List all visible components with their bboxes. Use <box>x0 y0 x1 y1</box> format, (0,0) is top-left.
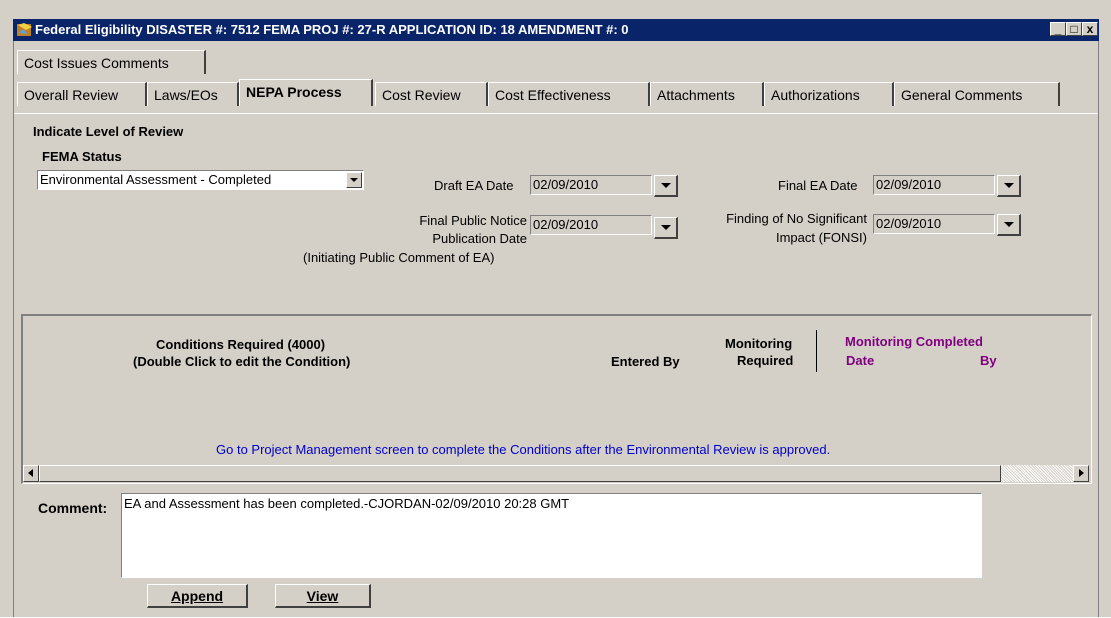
fonsi-label-line1: Finding of No Significant <box>726 211 867 226</box>
view-label: View <box>306 588 339 604</box>
comment-value: EA and Assessment has been completed.-CJ… <box>124 496 570 511</box>
title-bar[interactable]: Federal Eligibility DISASTER #: 7512 FEM… <box>13 19 1099 41</box>
fonsi-calendar-button[interactable] <box>997 214 1021 236</box>
tab-laws-eos[interactable]: Laws/EOs <box>147 82 239 106</box>
chevron-down-icon[interactable] <box>346 172 362 188</box>
tab-label: Attachments <box>657 87 735 103</box>
tab-attachments[interactable]: Attachments <box>650 82 764 106</box>
comment-label: Comment: <box>38 500 108 516</box>
tab-overall-review[interactable]: Overall Review <box>17 82 147 106</box>
public-notice-calendar-button[interactable] <box>654 217 678 239</box>
window-title: Federal Eligibility DISASTER #: 7512 FEM… <box>35 22 629 37</box>
fonsi-label-line2: Impact (FONSI) <box>775 230 867 245</box>
tab-label: General Comments <box>901 87 1023 103</box>
tab-label: Authorizations <box>771 87 860 103</box>
tab-cost-issues-comments[interactable]: Cost Issues Comments <box>17 50 206 74</box>
tab-cost-review[interactable]: Cost Review <box>375 82 488 106</box>
entered-by-header: Entered By <box>611 354 680 369</box>
draft-ea-label: Draft EA Date <box>434 178 514 193</box>
monitoring-header-line2: Required <box>737 353 794 368</box>
tab-label: NEPA Process <box>246 84 342 100</box>
tab-label: Laws/EOs <box>154 87 218 103</box>
public-notice-date-field[interactable]: 02/09/2010 <box>530 215 652 235</box>
by-header: By <box>980 353 997 368</box>
close-icon: x <box>1086 22 1094 36</box>
tab-label: Cost Review <box>382 87 461 103</box>
draft-ea-date-field[interactable]: 02/09/2010 <box>530 175 652 195</box>
horizontal-scrollbar[interactable] <box>23 465 1091 483</box>
final-ea-date-field[interactable]: 02/09/2010 <box>873 175 995 195</box>
conditions-subtitle: (Double Click to edit the Condition) <box>133 354 351 369</box>
fonsi-date-field[interactable]: 02/09/2010 <box>873 214 995 234</box>
arrow-left-icon <box>28 469 33 477</box>
minimize-icon: _ <box>1054 22 1062 36</box>
fema-status-label: FEMA Status <box>42 149 122 164</box>
view-button[interactable]: View <box>275 584 371 608</box>
conditions-panel[interactable]: Conditions Required (4000) (Double Click… <box>21 314 1092 484</box>
public-notice-label-line2: Publication Date <box>432 231 527 246</box>
draft-ea-calendar-button[interactable] <box>654 175 678 197</box>
tab-label: Cost Effectiveness <box>495 87 611 103</box>
tab-label: Cost Issues Comments <box>24 55 169 71</box>
scroll-thumb[interactable] <box>39 465 1001 482</box>
close-button[interactable]: x <box>1082 22 1098 36</box>
conditions-note: Go to Project Management screen to compl… <box>216 442 831 457</box>
column-divider <box>816 330 817 372</box>
final-ea-calendar-button[interactable] <box>997 175 1021 197</box>
monitoring-completed-header: Monitoring Completed <box>845 334 983 349</box>
arrow-right-icon <box>1079 469 1084 477</box>
public-notice-label-line3: (Initiating Public Comment of EA) <box>303 250 495 265</box>
tab-authorizations[interactable]: Authorizations <box>764 82 894 106</box>
scroll-left-button[interactable] <box>23 465 39 482</box>
fema-status-value: Environmental Assessment - Completed <box>40 172 272 187</box>
fema-app-icon <box>17 23 32 36</box>
dialog-body: Cost Issues Comments Overall Review Laws… <box>13 41 1099 617</box>
maximize-icon: □ <box>1070 22 1078 36</box>
append-button[interactable]: Append <box>147 584 248 608</box>
monitoring-header-line1: Monitoring <box>725 336 793 351</box>
conditions-title: Conditions Required (4000) <box>156 337 326 352</box>
tab-nepa-process[interactable]: NEPA Process <box>239 79 373 106</box>
minimize-button[interactable]: _ <box>1050 22 1066 36</box>
tab-general-comments[interactable]: General Comments <box>894 82 1060 106</box>
scroll-right-button[interactable] <box>1073 465 1089 482</box>
maximize-button[interactable]: □ <box>1066 22 1082 36</box>
scroll-track[interactable] <box>1001 465 1074 482</box>
indicate-level-label: Indicate Level of Review <box>33 124 184 139</box>
draft-ea-date-value: 02/09/2010 <box>533 177 599 192</box>
comment-textarea[interactable]: EA and Assessment has been completed.-CJ… <box>121 493 982 578</box>
append-label: Append <box>170 588 224 604</box>
window: Federal Eligibility DISASTER #: 7512 FEM… <box>0 0 1111 617</box>
public-notice-label-line1: Final Public Notice <box>419 213 527 228</box>
fonsi-date-value: 02/09/2010 <box>876 216 942 231</box>
nepa-process-panel: Indicate Level of Review FEMA Status Env… <box>14 113 1098 618</box>
date-header: Date <box>846 353 875 368</box>
final-ea-date-value: 02/09/2010 <box>876 177 942 192</box>
public-notice-date-value: 02/09/2010 <box>533 217 599 232</box>
tab-cost-effectiveness[interactable]: Cost Effectiveness <box>488 82 650 106</box>
fema-status-select[interactable]: Environmental Assessment - Completed <box>37 170 364 190</box>
tab-label: Overall Review <box>24 87 119 103</box>
final-ea-label: Final EA Date <box>778 178 858 193</box>
